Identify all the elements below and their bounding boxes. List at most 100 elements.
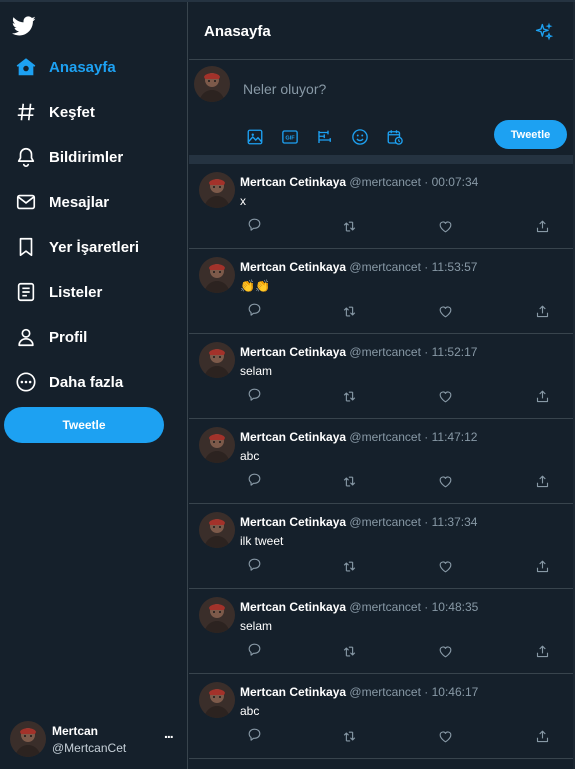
sidebar-item-anasayfa[interactable]: Anasayfa [14,52,116,82]
sidebar-item-profil[interactable]: Profil [14,322,87,352]
twitter-bird-icon[interactable] [11,14,36,38]
avatar[interactable] [199,597,235,633]
sidebar-item-bildirimler[interactable]: Bildirimler [14,142,123,172]
avatar[interactable] [199,427,235,463]
retweet-icon[interactable] [341,303,357,319]
reply-icon[interactable] [246,726,262,742]
retweet-icon[interactable] [341,728,357,744]
tweet-author-handle[interactable]: @mertcancet [349,345,421,359]
gif-icon[interactable]: GIF [281,128,299,146]
tweet-author-name[interactable]: Mertcan Cetinkaya [240,175,346,189]
avatar[interactable] [199,682,235,718]
tweet-author-handle[interactable]: @mertcancet [349,685,421,699]
retweet-icon[interactable] [341,643,357,659]
tweet-text: selam [240,364,273,378]
tweet-separator: · [424,430,429,444]
tweet-time[interactable]: 11:52:17 [432,345,478,359]
like-icon[interactable] [437,473,453,489]
tweet[interactable]: Mertcan Cetinkaya @mertcancet · 00:07:34… [189,164,573,249]
tweet-author-name[interactable]: Mertcan Cetinkaya [240,600,346,614]
section-divider [189,155,573,164]
tweet-header: Mertcan Cetinkaya @mertcancet · 11:37:34 [240,515,477,529]
like-icon[interactable] [437,728,453,744]
reply-icon[interactable] [246,556,262,572]
avatar[interactable] [199,257,235,293]
image-icon[interactable] [246,128,264,146]
bookmark-icon [14,235,38,259]
profile-name: Mertcan [52,724,99,738]
share-icon[interactable] [534,728,550,744]
sidebar-item-kesfet[interactable]: Keşfet [14,97,95,127]
tweet[interactable]: Mertcan Cetinkaya @mertcancet · 10:46:17… [189,674,573,759]
sparkle-icon[interactable] [534,22,554,42]
share-icon[interactable] [534,303,550,319]
sidebar-item-yer-isaretleri[interactable]: Yer İşaretleri [14,232,139,262]
tweet-author-name[interactable]: Mertcan Cetinkaya [240,260,346,274]
sidebar-item-mesajlar[interactable]: Mesajlar [14,187,109,217]
tweet-feed: Mertcan Cetinkaya @mertcancet · 00:07:34… [189,164,573,759]
tweet[interactable]: Mertcan Cetinkaya @mertcancet · 10:48:35… [189,589,573,674]
tweet-author-name[interactable]: Mertcan Cetinkaya [240,430,346,444]
avatar[interactable] [199,172,235,208]
tweet[interactable]: Mertcan Cetinkaya @mertcancet · 11:47:12… [189,419,573,504]
reply-icon[interactable] [246,471,262,487]
share-icon[interactable] [534,643,550,659]
tweet-separator: · [424,175,429,189]
tweet-author-handle[interactable]: @mertcancet [349,515,421,529]
avatar[interactable] [199,342,235,378]
retweet-icon[interactable] [341,473,357,489]
tweet[interactable]: Mertcan Cetinkaya @mertcancet · 11:52:17… [189,334,573,419]
tweet-button[interactable]: Tweetle [494,120,567,149]
retweet-icon[interactable] [341,558,357,574]
like-icon[interactable] [437,388,453,404]
emoji-icon[interactable] [351,128,369,146]
like-icon[interactable] [437,643,453,659]
share-icon[interactable] [534,218,550,234]
reply-icon[interactable] [246,641,262,657]
tweet-time[interactable]: 11:47:12 [432,430,478,444]
compose-input[interactable] [243,76,483,102]
sidebar-item-listeler[interactable]: Listeler [14,277,102,307]
reply-icon[interactable] [246,386,262,402]
tweet-text: 👏👏 [240,279,270,293]
more-icon[interactable]: ... [164,725,174,741]
tweet[interactable]: Mertcan Cetinkaya @mertcancet · 11:53:57… [189,249,573,334]
tweet-time[interactable]: 11:37:34 [432,515,478,529]
tweet-author-handle[interactable]: @mertcancet [349,430,421,444]
share-icon[interactable] [534,558,550,574]
tweet-time[interactable]: 10:48:35 [432,600,479,614]
tweet-time[interactable]: 10:46:17 [432,685,479,699]
like-icon[interactable] [437,558,453,574]
avatar[interactable] [199,512,235,548]
sidebar-item-label: Listeler [49,283,103,301]
tweet-author-name[interactable]: Mertcan Cetinkaya [240,345,346,359]
tweet-text: selam [240,619,273,633]
sidebar-item-daha-fazla[interactable]: Daha fazla [14,367,123,397]
poll-icon[interactable] [316,128,334,146]
tweet-author-name[interactable]: Mertcan Cetinkaya [240,685,346,699]
reply-icon[interactable] [246,301,262,317]
tweet-button-sidebar[interactable]: Tweetle [4,407,164,443]
like-icon[interactable] [437,303,453,319]
reply-icon[interactable] [246,216,262,232]
like-icon[interactable] [437,218,453,234]
tweet-author-handle[interactable]: @mertcancet [349,600,421,614]
tweet-time[interactable]: 11:53:57 [432,260,478,274]
retweet-icon[interactable] [341,218,357,234]
share-icon[interactable] [534,473,550,489]
tweet-composer: GIF Tweetle [189,60,573,155]
sidebar-item-label: Anasayfa [49,58,116,76]
tweet-time[interactable]: 00:07:34 [432,175,479,189]
tweet[interactable]: Mertcan Cetinkaya @mertcancet · 11:37:34… [189,504,573,589]
tweet-header: Mertcan Cetinkaya @mertcancet · 00:07:34 [240,175,478,189]
tweet-author-handle[interactable]: @mertcancet [349,260,421,274]
tweet-text: abc [240,704,260,718]
account-switcher[interactable]: Mertcan @MertcanCet ... [10,720,182,760]
tweet-author-name[interactable]: Mertcan Cetinkaya [240,515,346,529]
share-icon[interactable] [534,388,550,404]
svg-text:GIF: GIF [285,135,295,141]
tweet-author-handle[interactable]: @mertcancet [349,175,421,189]
sidebar-item-label: Bildirimler [49,148,124,166]
schedule-icon[interactable] [386,128,404,146]
retweet-icon[interactable] [341,388,357,404]
